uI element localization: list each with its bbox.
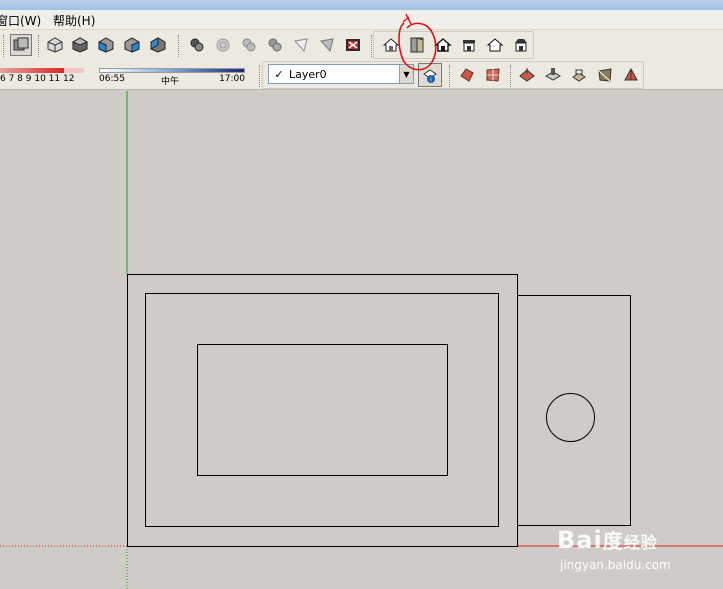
time-slider-track[interactable] <box>99 68 245 73</box>
toolbar-separator <box>3 35 5 57</box>
inner-frame-rectangle[interactable] <box>145 293 499 527</box>
toolbar-separator <box>259 65 261 87</box>
toolbar-separator <box>178 35 180 57</box>
time-end-label: 17:00 <box>219 74 245 84</box>
hidden-line-icon[interactable] <box>238 34 260 56</box>
side-rectangle[interactable] <box>517 295 631 526</box>
watermark-brand-suffix: 经验 <box>623 533 658 552</box>
month-labels: 6 7 8 9 10 11 12 <box>0 74 75 84</box>
front-view-icon[interactable] <box>95 34 117 56</box>
watermark-logo: Bai度经验 <box>557 525 658 554</box>
time-start-label: 06:55 <box>99 74 125 84</box>
watermark-url: jingyan.baidu.com <box>560 558 671 572</box>
center-rectangle[interactable] <box>197 344 448 476</box>
circle-shape[interactable] <box>546 393 595 442</box>
drawing-canvas[interactable] <box>0 91 723 589</box>
watermark-brand-du: 度 <box>602 529 624 553</box>
menu-help[interactable]: 帮助(H) <box>53 12 95 29</box>
model-view[interactable] <box>0 91 723 589</box>
shaded-texture-icon[interactable] <box>290 34 312 56</box>
right-view-icon[interactable] <box>121 34 143 56</box>
toolbar-row-1 <box>0 30 723 60</box>
outer-rectangle[interactable] <box>127 274 518 547</box>
menu-bar: 窗口(W) 帮助(H) <box>0 10 723 30</box>
title-bar-strip <box>0 0 723 10</box>
back-view-icon[interactable] <box>147 34 169 56</box>
toolbar-area: 6 7 8 9 10 11 12 06:55 中午 17:00 ✓ Layer0… <box>0 30 723 90</box>
wireframe-icon[interactable] <box>212 34 234 56</box>
toolbar-separator <box>38 35 40 57</box>
xray-icon[interactable] <box>186 34 208 56</box>
watermark-brand: Bai <box>557 526 603 554</box>
iso-view-icon[interactable] <box>44 34 66 56</box>
toolbar-row-2: 6 7 8 9 10 11 12 06:55 中午 17:00 ✓ Layer0… <box>0 60 723 90</box>
face-style-icon[interactable] <box>10 34 32 56</box>
top-view-icon[interactable] <box>69 34 91 56</box>
month-slider-range <box>64 68 84 73</box>
time-noon-label: 中午 <box>161 77 180 87</box>
shaded-icon[interactable] <box>264 34 286 56</box>
section-icon[interactable] <box>342 34 364 56</box>
toolbar-group-border <box>373 31 534 59</box>
menu-window[interactable]: 窗口(W) <box>0 12 41 29</box>
toolbar-group-border <box>262 61 644 89</box>
monochrome-icon[interactable] <box>316 34 338 56</box>
